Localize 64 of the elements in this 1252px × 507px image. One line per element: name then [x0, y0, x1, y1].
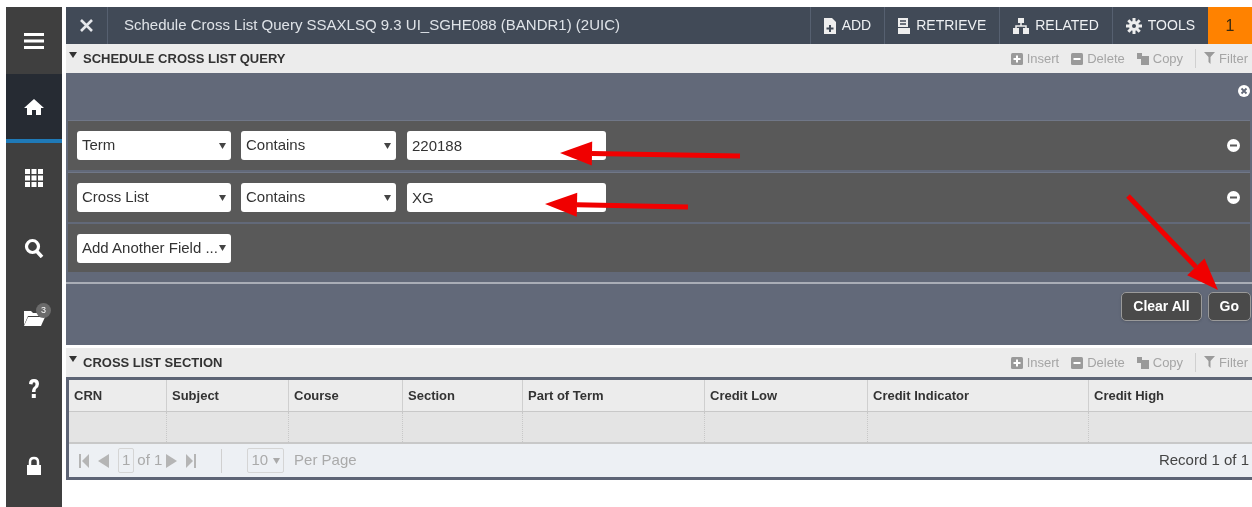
plus-square-icon [1010, 52, 1023, 65]
minus-square-icon [1071, 356, 1084, 369]
dropdown-caret-icon [384, 142, 391, 149]
count-badge: 3 [36, 303, 51, 318]
copy-icon [1136, 356, 1149, 369]
sidebar-button[interactable]: 3 [6, 283, 62, 353]
column-header: Credit High [1088, 380, 1252, 411]
column-header: Credit Low [704, 380, 867, 411]
document-icon [898, 17, 911, 34]
minus-circle-icon [1227, 191, 1240, 204]
dropdown-caret-icon [384, 194, 391, 201]
dropdown[interactable]: Contains [241, 131, 396, 160]
collapse-caret-icon[interactable] [69, 356, 77, 362]
input-field[interactable]: 220188 [407, 131, 606, 160]
dropdown-caret-icon [219, 194, 226, 201]
section-title: CROSS LIST SECTION [83, 353, 223, 372]
collapse-caret-icon[interactable] [69, 52, 77, 58]
remove-button[interactable] [1227, 139, 1240, 152]
sidebar-button[interactable] [6, 74, 62, 143]
filter-icon [1204, 52, 1216, 65]
plus-square-icon [1010, 356, 1023, 369]
minus-square-icon [1071, 52, 1084, 65]
next-page-icon [166, 453, 178, 468]
action-button[interactable]: Clear All [1121, 292, 1202, 321]
column-header: Subject [166, 380, 288, 411]
folder-icon [23, 309, 45, 327]
gear-icon [1125, 17, 1142, 34]
dropdown[interactable]: Term [77, 131, 231, 160]
column-header: Section [402, 380, 522, 411]
question-mark-icon [28, 379, 40, 399]
search-icon [24, 238, 44, 258]
home-icon [24, 97, 44, 116]
per-page-label: Per Page [294, 450, 357, 471]
column-header: Part of Term [522, 380, 704, 411]
close-button[interactable] [1238, 85, 1250, 97]
dropdown[interactable]: Add Another Field ... [77, 233, 231, 263]
window-title: Schedule Cross List Query SSAXLSQ 9.3 UI_SGHE088 (BANDR1) (2UIC) [123, 15, 621, 36]
page-count: of 1 [137, 450, 163, 471]
remove-button[interactable] [1227, 191, 1240, 204]
column-header: Credit Indicator [867, 380, 1088, 411]
menu-icon [24, 31, 44, 50]
notification-button[interactable]: 1 [1208, 7, 1252, 44]
input-field[interactable]: XG [407, 183, 606, 212]
filter-icon [1204, 356, 1216, 369]
dropdown-caret-icon [219, 245, 226, 251]
dropdown-caret-icon [219, 142, 226, 149]
action-button[interactable]: Go [1207, 292, 1251, 321]
copy-icon [1136, 52, 1149, 65]
previous-page-icon [98, 453, 109, 468]
record-count: Record 1 of 1 [1158, 450, 1250, 471]
apps-grid-icon [25, 169, 43, 187]
column-header: Course [288, 380, 402, 411]
minus-circle-icon [1227, 139, 1240, 152]
close-icon [80, 19, 93, 32]
document-add-icon [823, 17, 836, 34]
lock-icon [26, 456, 42, 476]
first-page-icon [79, 453, 89, 468]
dropdown[interactable]: Cross List [77, 183, 231, 212]
hierarchy-icon [1013, 17, 1030, 34]
last-page-icon [186, 453, 197, 468]
column-header: CRN [73, 386, 104, 405]
section-title: SCHEDULE CROSS LIST QUERY [83, 49, 286, 68]
dropdown[interactable]: Contains [241, 183, 396, 212]
dropdown-caret-icon [273, 457, 281, 464]
